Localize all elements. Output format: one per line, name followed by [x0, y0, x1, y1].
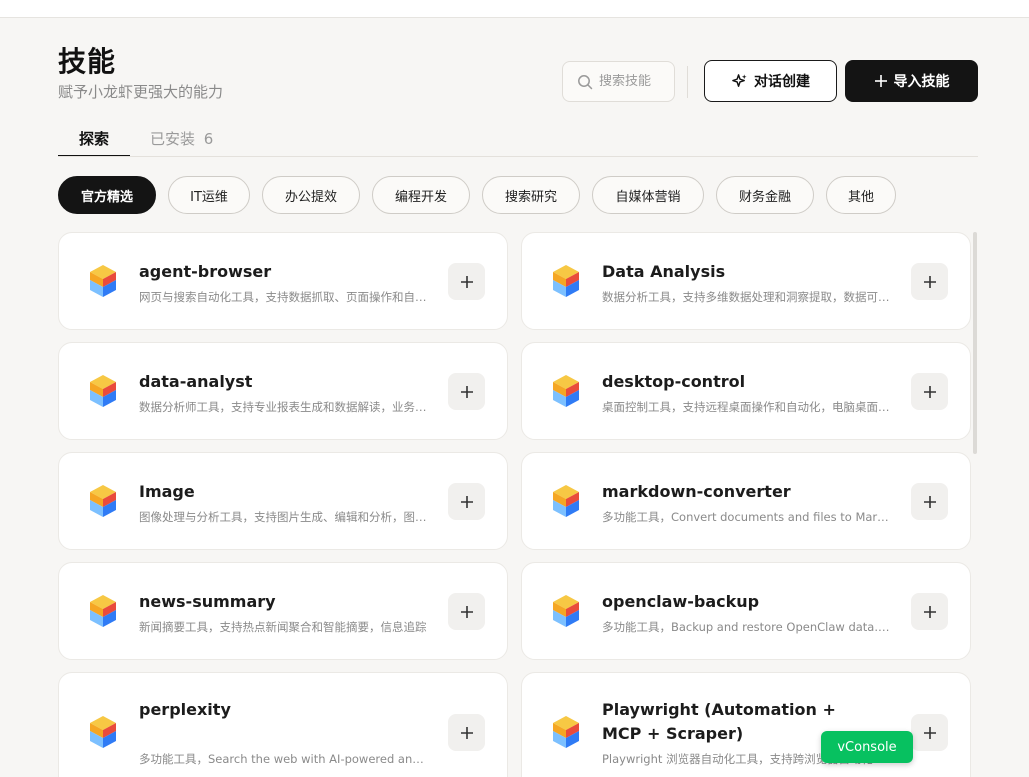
category-chip-it-ops[interactable]: IT运维 [168, 176, 250, 214]
plus-icon [923, 495, 936, 508]
skill-cube-icon [553, 265, 579, 297]
skill-description: 桌面控制工具，支持远程桌面操作和自动化，电脑桌面管理 [602, 400, 892, 414]
plus-icon [460, 495, 473, 508]
skill-name: Data Analysis [602, 262, 726, 281]
skill-description: 图像处理与分析工具，支持图片生成、编辑和分析，图像识别 [139, 510, 429, 524]
skill-card[interactable]: agent-browser 网页与搜索自动化工具，支持数据抓取、页面操作和自动化测… [58, 232, 508, 330]
plus-icon [460, 385, 473, 398]
search-input[interactable] [599, 74, 675, 89]
category-chip-finance[interactable]: 财务金融 [716, 176, 814, 214]
plus-icon [460, 726, 473, 739]
skill-name: perplexity [139, 700, 231, 719]
add-skill-button[interactable] [448, 263, 485, 300]
category-chip-media-marketing[interactable]: 自媒体营销 [592, 176, 704, 214]
skill-cube-icon [553, 375, 579, 407]
add-skill-button[interactable] [911, 373, 948, 410]
scrollbar-thumb[interactable] [973, 232, 977, 454]
plus-icon [923, 275, 936, 288]
tab-explore[interactable]: 探索 [58, 128, 130, 157]
search-icon [578, 74, 593, 89]
page-subtitle: 赋予小龙虾更强大的能力 [58, 83, 224, 101]
skill-description: 多功能工具，Backup and restore OpenClaw data. … [602, 620, 892, 634]
top-bar [0, 0, 1029, 18]
skill-cube-icon [90, 716, 116, 748]
skill-name: desktop-control [602, 372, 746, 391]
category-chip-programming[interactable]: 编程开发 [372, 176, 470, 214]
tab-explore-label: 探索 [78, 130, 109, 148]
skill-card[interactable]: markdown-converter 多功能工具，Convert document… [521, 452, 971, 550]
plus-icon [923, 726, 936, 739]
skill-name: Image [139, 482, 195, 501]
skill-cube-icon [90, 595, 116, 627]
toolbar-divider [687, 66, 688, 98]
skill-card[interactable]: openclaw-backup 多功能工具，Backup and restore … [521, 562, 971, 660]
search-box[interactable] [562, 61, 675, 102]
plus-icon [874, 75, 887, 87]
skill-cube-icon [90, 265, 116, 297]
vconsole-button[interactable]: vConsole [821, 731, 913, 763]
category-chip-other[interactable]: 其他 [826, 176, 896, 214]
page-title: 技能 [58, 45, 117, 78]
skill-card[interactable]: Data Analysis 数据分析工具，支持多维数据处理和洞察提取，数据可视化 [521, 232, 971, 330]
sparkle-icon [732, 73, 747, 87]
skill-card[interactable]: Image 图像处理与分析工具，支持图片生成、编辑和分析，图像识别 [58, 452, 508, 550]
skill-description: 数据分析师工具，支持专业报表生成和数据解读，业务分析 [139, 400, 429, 414]
chat-create-button[interactable]: 对话创建 [704, 60, 837, 102]
add-skill-button[interactable] [448, 593, 485, 630]
category-chip-office[interactable]: 办公提效 [262, 176, 360, 214]
add-skill-button[interactable] [911, 714, 948, 751]
category-chip-official[interactable]: 官方精选 [58, 176, 156, 214]
skill-description: 多功能工具，Convert documents and files to Mar… [602, 510, 892, 524]
import-skill-label: 导入技能 [893, 74, 950, 90]
skill-name: openclaw-backup [602, 592, 760, 611]
skill-description: 新闻摘要工具，支持热点新闻聚合和智能摘要，信息追踪 [139, 620, 427, 634]
skill-description: 网页与搜索自动化工具，支持数据抓取、页面操作和自动化测试 [139, 290, 429, 304]
plus-icon [923, 385, 936, 398]
category-chip-search-research[interactable]: 搜索研究 [482, 176, 580, 214]
skill-name: markdown-converter [602, 482, 791, 501]
skill-description: 数据分析工具，支持多维数据处理和洞察提取，数据可视化 [602, 290, 892, 304]
skill-cube-icon [553, 595, 579, 627]
skill-name: agent-browser [139, 262, 272, 281]
tab-installed-label: 已安装 [150, 130, 196, 148]
skill-name: data-analyst [139, 372, 253, 391]
skill-card[interactable]: desktop-control 桌面控制工具，支持远程桌面操作和自动化，电脑桌面管… [521, 342, 971, 440]
skill-card[interactable]: news-summary 新闻摘要工具，支持热点新闻聚合和智能摘要，信息追踪 [58, 562, 508, 660]
import-skill-button[interactable]: 导入技能 [845, 60, 978, 102]
add-skill-button[interactable] [448, 373, 485, 410]
plus-icon [923, 605, 936, 618]
skill-description: 多功能工具，Search the web with AI-powered ans… [139, 752, 429, 766]
skill-cube-icon [553, 716, 579, 748]
add-skill-button[interactable] [911, 593, 948, 630]
tabs-divider [58, 156, 978, 157]
add-skill-button[interactable] [448, 714, 485, 751]
skill-cube-icon [90, 485, 116, 517]
skill-cube-icon [553, 485, 579, 517]
chat-create-label: 对话创建 [754, 74, 810, 90]
skill-cube-icon [90, 375, 116, 407]
skill-card[interactable]: data-analyst 数据分析师工具，支持专业报表生成和数据解读，业务分析 [58, 342, 508, 440]
tab-installed[interactable]: 已安装 6 [150, 128, 213, 157]
add-skill-button[interactable] [911, 263, 948, 300]
skill-name: news-summary [139, 592, 276, 611]
add-skill-button[interactable] [911, 483, 948, 520]
plus-icon [460, 275, 473, 288]
skill-card[interactable]: perplexity 多功能工具，Search the web with AI-p… [58, 672, 508, 777]
plus-icon [460, 605, 473, 618]
add-skill-button[interactable] [448, 483, 485, 520]
tab-installed-count: 6 [203, 130, 214, 148]
